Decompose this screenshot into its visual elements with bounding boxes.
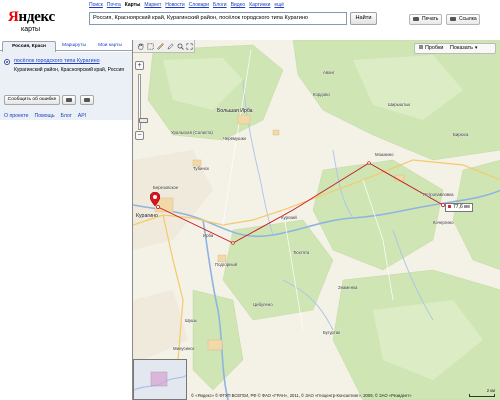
zoom-in-button[interactable]: + bbox=[135, 61, 144, 70]
place-label: Кочергино bbox=[433, 220, 454, 225]
service-link[interactable]: Картинки bbox=[249, 2, 270, 8]
scale-bar: 2 км bbox=[469, 388, 495, 397]
link-icon bbox=[84, 98, 90, 102]
logo-subtitle: карты bbox=[21, 26, 41, 33]
traffic-button[interactable]: Пробки bbox=[419, 44, 443, 53]
scale-label: 2 км bbox=[486, 388, 495, 393]
map-type-bar: Пробки Показать bbox=[414, 43, 496, 54]
link-button[interactable]: Ссылка bbox=[446, 14, 480, 25]
map-toolbar bbox=[133, 40, 195, 53]
place-label: Подгорный bbox=[215, 262, 238, 267]
hand-icon[interactable] bbox=[137, 43, 144, 50]
copyright-text: © «Яндекс» © ФГУП ВСЕГЕИ, РФ © ФАО «ГРАН… bbox=[191, 393, 412, 398]
place-label: Знаменка bbox=[338, 285, 358, 290]
footer-links: О проекте Помощь Блог API bbox=[4, 113, 92, 119]
place-label: Тюхтята bbox=[293, 250, 310, 255]
print-button[interactable]: Печать bbox=[409, 14, 442, 25]
find-button[interactable]: Найти bbox=[350, 12, 377, 25]
place-label: Петропавловка bbox=[423, 192, 454, 197]
tab-my-maps[interactable]: Мои карты bbox=[92, 41, 128, 51]
place-label: Курский bbox=[281, 215, 297, 220]
ruler-icon[interactable] bbox=[157, 43, 164, 50]
zoom-out-button[interactable]: − bbox=[135, 131, 144, 140]
magnifier-icon[interactable] bbox=[177, 43, 184, 50]
yandex-logo[interactable]: Яндекс карты bbox=[8, 9, 55, 33]
place-label: Бугуртак bbox=[323, 330, 341, 335]
result-marker-icon bbox=[4, 59, 10, 65]
services-nav: Поиск Почта Карты Маркет Новости Словари Блоги… bbox=[89, 2, 288, 8]
report-error-button[interactable]: Сообщить об ошибке bbox=[4, 95, 60, 105]
show-label: Показать bbox=[450, 45, 473, 51]
printer-icon bbox=[66, 98, 72, 102]
zoom-area-icon[interactable] bbox=[147, 43, 154, 50]
place-label: Бирюса bbox=[453, 132, 469, 137]
location-pin-icon[interactable] bbox=[150, 192, 160, 206]
fullscreen-icon[interactable] bbox=[186, 43, 193, 50]
place-label: Уральская (Салиста) bbox=[171, 130, 213, 135]
place-label: Березовское bbox=[153, 185, 179, 190]
place-label: Курагино bbox=[136, 213, 158, 219]
footer-link[interactable]: API bbox=[78, 113, 86, 119]
place-label: Большая Ирба bbox=[217, 108, 253, 114]
zoom-slider[interactable] bbox=[138, 74, 148, 130]
footer-link[interactable]: Блог bbox=[61, 113, 72, 119]
result-link-button[interactable] bbox=[80, 95, 94, 105]
sidebar: Россия, Красн Маршруты Мои карты посёлок… bbox=[0, 40, 132, 400]
tab-search-result[interactable]: Россия, Красн bbox=[2, 41, 56, 52]
distance-value: 77,6 км bbox=[453, 204, 470, 210]
service-link[interactable]: Маркет bbox=[144, 2, 161, 8]
place-label: Цибулено bbox=[253, 302, 273, 307]
service-link[interactable]: ещё bbox=[274, 2, 284, 8]
service-link[interactable]: Новости bbox=[165, 2, 184, 8]
overview-minimap[interactable] bbox=[133, 359, 187, 400]
result-title-link[interactable]: посёлок городского типа Курагино bbox=[14, 58, 100, 64]
zoom-slider-thumb[interactable] bbox=[139, 118, 148, 123]
map[interactable]: Большая Ирба Курагино Тубинск Черёмушки … bbox=[132, 40, 500, 400]
service-link[interactable]: Словари bbox=[189, 2, 209, 8]
distance-label: 77,6 км bbox=[445, 203, 473, 212]
sidebar-tabs: Россия, Красн Маршруты Мои карты bbox=[0, 41, 132, 52]
place-label: Минусинск bbox=[173, 346, 195, 351]
service-link[interactable]: Видео bbox=[231, 2, 246, 8]
footer-link[interactable]: Помощь bbox=[34, 113, 54, 119]
traffic-label: Пробки bbox=[425, 45, 444, 51]
minimap-canvas bbox=[134, 360, 186, 399]
traffic-icon bbox=[419, 45, 423, 49]
result-print-button[interactable] bbox=[62, 95, 76, 105]
place-label: Кордово bbox=[313, 92, 330, 97]
place-label: Аванг bbox=[323, 70, 335, 75]
search-result: посёлок городского типа Курагино Курагин… bbox=[0, 52, 132, 120]
link-label: Ссылка bbox=[459, 16, 477, 22]
place-label: Тубинск bbox=[193, 166, 209, 171]
show-layers-button[interactable]: Показать bbox=[450, 44, 477, 53]
print-label: Печать bbox=[422, 16, 439, 22]
result-subtitle: Курагинский район, Красноярский край, Ро… bbox=[14, 67, 125, 73]
link-icon bbox=[450, 16, 456, 21]
service-link[interactable]: Блоги bbox=[213, 2, 227, 8]
header: Яндекс карты Поиск Почта Карты Маркет Новост… bbox=[0, 0, 500, 40]
service-link[interactable]: Поиск bbox=[89, 2, 103, 8]
logo-text: Яндекс bbox=[8, 9, 55, 25]
place-label: Мошкино bbox=[375, 152, 394, 157]
place-label: Ширыштык bbox=[388, 102, 411, 107]
footer-link[interactable]: О проекте bbox=[4, 113, 28, 119]
close-icon[interactable] bbox=[448, 205, 451, 208]
tab-routes[interactable]: Маршруты bbox=[58, 41, 90, 51]
search-input[interactable]: Россия, Красноярский край, Курагинский р… bbox=[89, 12, 347, 25]
place-label: Шушь bbox=[185, 318, 197, 323]
printer-icon bbox=[413, 16, 419, 21]
service-link[interactable]: Почта bbox=[107, 2, 121, 8]
service-link[interactable]: Карты bbox=[125, 2, 141, 8]
pencil-icon[interactable] bbox=[167, 43, 174, 50]
place-label: Ирба bbox=[203, 233, 214, 238]
place-label: Черёмушки bbox=[223, 136, 246, 141]
